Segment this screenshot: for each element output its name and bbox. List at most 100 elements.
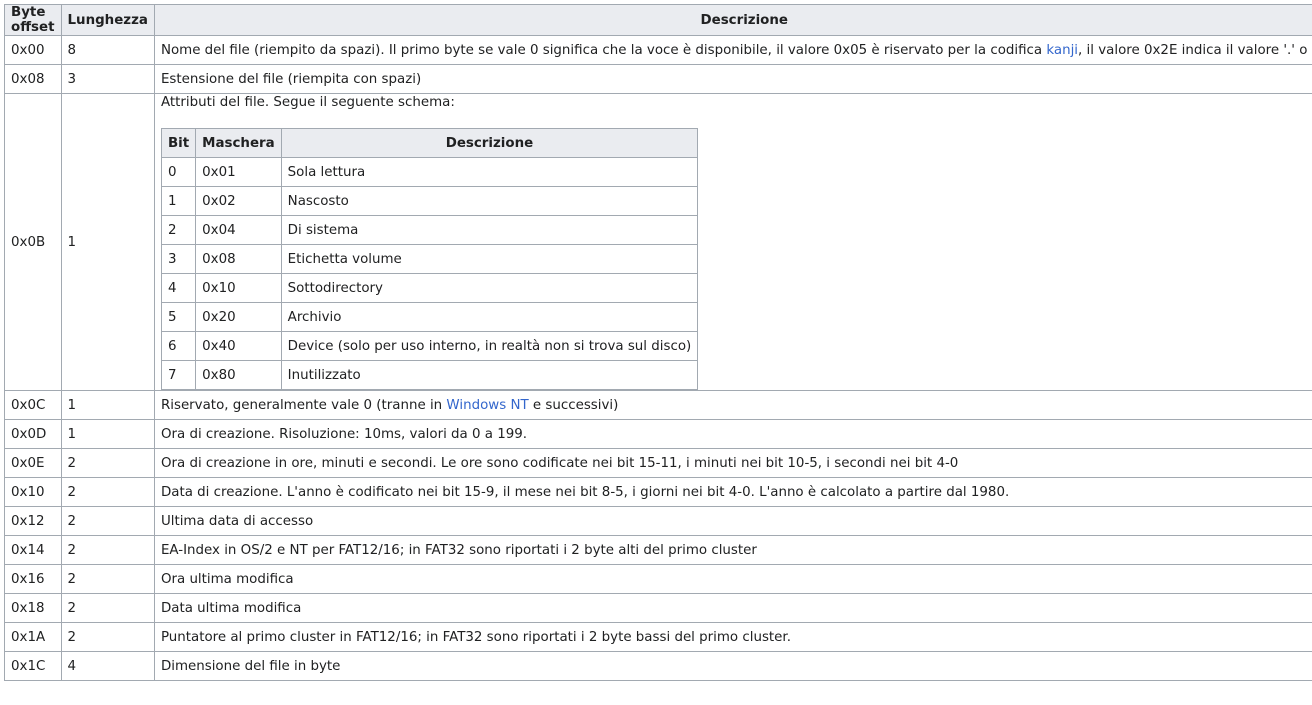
offset-cell: 0x10 [4, 477, 62, 507]
description-text: , il valore 0x2E indica il valore '.' o … [1078, 42, 1312, 58]
length-cell: 4 [60, 651, 155, 681]
table-row: 0x10 2 Data di creazione. L'anno è codific… [4, 477, 1312, 507]
attributes-intro: Attributi del file. Segue il seguente sc… [160, 95, 455, 110]
table-row: 0x1A 2 Puntatore al primo cluster in FAT12… [4, 622, 1312, 652]
description-text: Riservato, generalmente vale 0 (tranne i… [160, 397, 447, 413]
length-cell: 2 [60, 506, 155, 536]
attributes-table: Bit Maschera Descrizione 0 0x01 Sola lettu… [160, 128, 699, 390]
offset-cell: 0x08 [4, 64, 62, 94]
description-cell: Data di creazione. L'anno è codificato n… [153, 477, 1312, 507]
attribute-row: 2 0x04 Di sistema [160, 215, 699, 245]
length-cell: 2 [60, 448, 155, 478]
attribute-row: 5 0x20 Archivio [160, 302, 699, 332]
header-description: Descrizione [153, 4, 1312, 36]
description-cell: Ultima data di accesso [153, 506, 1312, 536]
length-cell: 1 [60, 419, 155, 449]
description-cell: Puntatore al primo cluster in FAT12/16; … [153, 622, 1312, 652]
attribute-bit-cell: 5 [160, 302, 197, 332]
offset-cell: 0x18 [4, 593, 62, 623]
offset-cell: 0x0E [4, 448, 62, 478]
description-cell: Ora di creazione in ore, minuti e second… [153, 448, 1312, 478]
table-row: 0x0D 1 Ora di creazione. Risoluzione: 10ms… [4, 419, 1312, 449]
header-row: Byte offset Lunghezza Descrizione [4, 4, 1312, 36]
attribute-row: 4 0x10 Sottodirectory [160, 273, 699, 303]
length-cell: 8 [60, 35, 155, 65]
attribute-description-cell: Di sistema [280, 215, 699, 245]
attribute-bit-cell: 4 [160, 273, 197, 303]
table-row: 0x18 2 Data ultima modifica [4, 593, 1312, 623]
windows-nt-link[interactable]: Windows NT [446, 398, 528, 413]
attribute-description-cell: Inutilizzato [280, 360, 699, 390]
offset-cell: 0x00 [4, 35, 62, 65]
offset-cell: 0x1C [4, 651, 62, 681]
attribute-description-cell: Archivio [280, 302, 699, 332]
table-row: 0x16 2 Ora ultima modifica [4, 564, 1312, 594]
attribute-description-cell: Sola lettura [280, 157, 699, 187]
description-cell: Ora di creazione. Risoluzione: 10ms, val… [153, 419, 1312, 449]
directory-entry-table: Byte offset Lunghezza Descrizione 0x00 8… [4, 4, 1312, 681]
attribute-description-cell: Etichetta volume [280, 244, 699, 274]
attribute-mask-cell: 0x80 [195, 360, 282, 390]
description-text: e successivi) [528, 397, 619, 413]
description-cell: Dimensione del file in byte [153, 651, 1312, 681]
attribute-row: 1 0x02 Nascosto [160, 186, 699, 216]
attribute-row: 6 0x40 Device (solo per uso interno, in re… [160, 331, 699, 361]
table-row: 0x0C 1 Riservato, generalmente vale 0 (t… [4, 390, 1312, 420]
table-row: 0x14 2 EA-Index in OS/2 e NT per FAT12/16;… [4, 535, 1312, 565]
attribute-mask-cell: 0x08 [195, 244, 282, 274]
offset-cell: 0x12 [4, 506, 62, 536]
kanji-link[interactable]: kanji [1046, 43, 1078, 58]
header-length: Lunghezza [60, 4, 155, 36]
description-text: Nome del file (riempito da spazi). Il pr… [160, 42, 1047, 58]
header-mask: Maschera [195, 128, 282, 158]
attribute-description-cell: Sottodirectory [280, 273, 699, 303]
offset-cell: 0x16 [4, 564, 62, 594]
offset-cell: 0x14 [4, 535, 62, 565]
offset-cell: 0x0C [4, 390, 62, 420]
header-byte-offset: Byte offset [4, 4, 62, 36]
description-cell: Attributi del file. Segue il seguente sc… [153, 93, 1312, 391]
table-row: 0x0E 2 Ora di creazione in ore, minuti e s… [4, 448, 1312, 478]
length-cell: 2 [60, 622, 155, 652]
attribute-bit-cell: 2 [160, 215, 197, 245]
description-cell: Riservato, generalmente vale 0 (tranne i… [153, 390, 1312, 420]
description-cell: Estensione del file (riempita con spazi) [153, 64, 1312, 94]
table-row: 0x00 8 Nome del file (riempito da spazi)… [4, 35, 1312, 65]
length-cell: 2 [60, 564, 155, 594]
table-row: 0x08 3 Estensione del file (riempita con… [4, 64, 1312, 94]
offset-cell: 0x0B [4, 93, 62, 391]
description-cell: Nome del file (riempito da spazi). Il pr… [153, 35, 1312, 65]
attribute-bit-cell: 6 [160, 331, 197, 361]
header-attr-description: Descrizione [280, 128, 699, 158]
attribute-mask-cell: 0x10 [195, 273, 282, 303]
description-cell: EA-Index in OS/2 e NT per FAT12/16; in F… [153, 535, 1312, 565]
attribute-mask-cell: 0x02 [195, 186, 282, 216]
attribute-row: 7 0x80 Inutilizzato [160, 360, 699, 390]
table-row: 0x12 2 Ultima data di accesso [4, 506, 1312, 536]
length-cell: 1 [60, 93, 155, 391]
attribute-bit-cell: 1 [160, 186, 197, 216]
attribute-row: 0 0x01 Sola lettura [160, 157, 699, 187]
offset-cell: 0x1A [4, 622, 62, 652]
table-row: 0x0B 1 Attributi del file. Segue il segu… [4, 93, 1312, 391]
attribute-mask-cell: 0x04 [195, 215, 282, 245]
length-cell: 2 [60, 477, 155, 507]
table-row: 0x1C 4 Dimensione del file in byte [4, 651, 1312, 681]
attribute-bit-cell: 3 [160, 244, 197, 274]
attribute-description-cell: Nascosto [280, 186, 699, 216]
offset-cell: 0x0D [4, 419, 62, 449]
attribute-row: 3 0x08 Etichetta volume [160, 244, 699, 274]
attribute-description-cell: Device (solo per uso interno, in realtà … [280, 331, 699, 361]
attribute-bit-cell: 0 [160, 157, 197, 187]
attribute-bit-cell: 7 [160, 360, 197, 390]
length-cell: 2 [60, 535, 155, 565]
length-cell: 1 [60, 390, 155, 420]
description-cell: Data ultima modifica [153, 593, 1312, 623]
attributes-header-row: Bit Maschera Descrizione [160, 128, 699, 158]
description-cell: Ora ultima modifica [153, 564, 1312, 594]
attribute-mask-cell: 0x40 [195, 331, 282, 361]
header-bit: Bit [160, 128, 197, 158]
attribute-mask-cell: 0x01 [195, 157, 282, 187]
length-cell: 3 [60, 64, 155, 94]
length-cell: 2 [60, 593, 155, 623]
